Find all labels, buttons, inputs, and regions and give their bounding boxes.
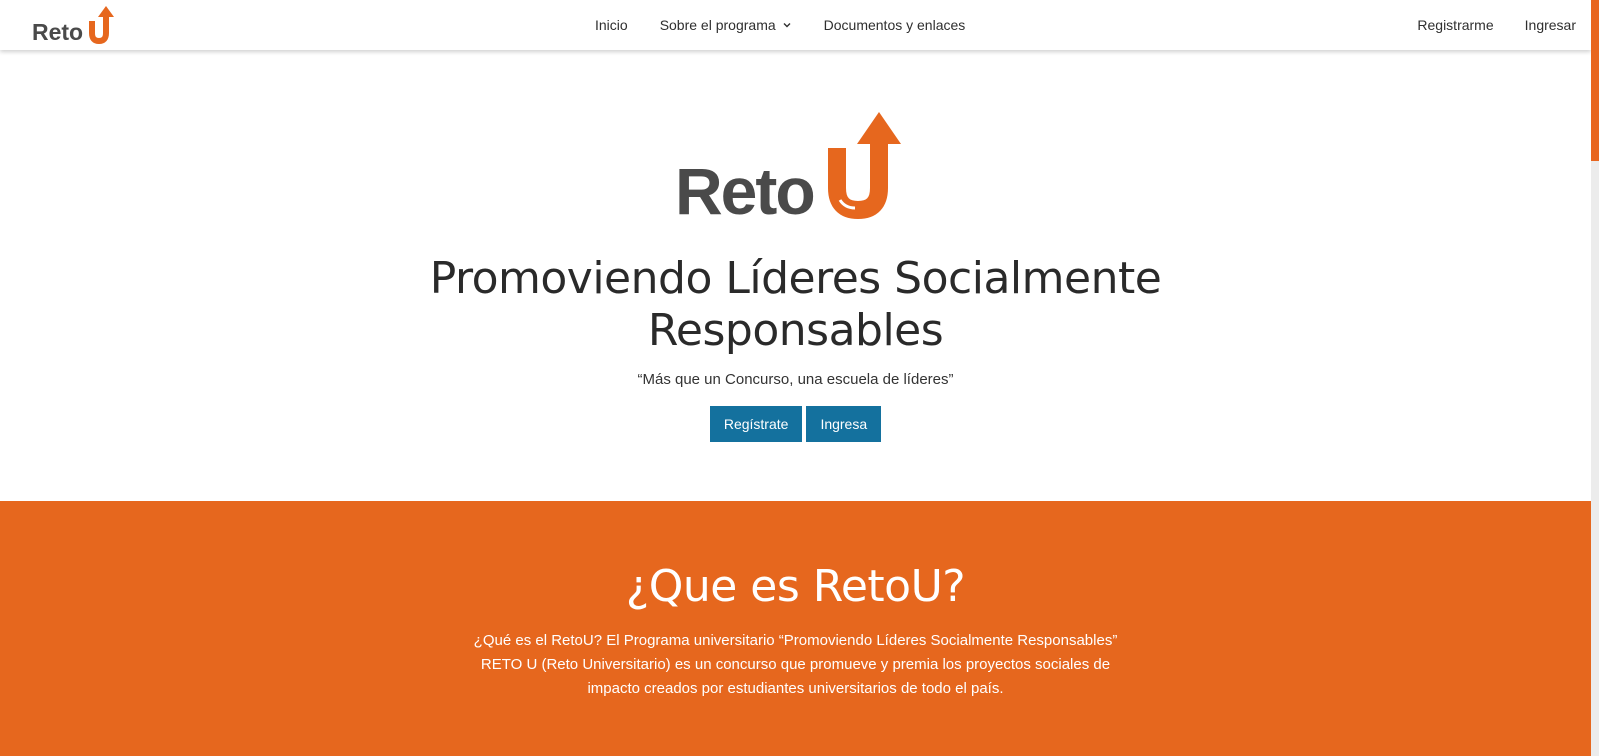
nav-ingresar-label: Ingresar	[1524, 17, 1576, 33]
nav-inicio[interactable]: Inicio	[595, 17, 628, 33]
main-nav: Inicio Sobre el programa Documentos y en…	[595, 0, 965, 50]
about-line-1: ¿Qué es el RetoU? El Programa universita…	[473, 632, 1118, 649]
account-nav: Registrarme Ingresar	[1417, 0, 1576, 50]
about-line-2: RETO U (Reto Universitario) es un concur…	[480, 656, 1111, 673]
svg-text:Reto: Reto	[675, 154, 814, 220]
nav-ingresar[interactable]: Ingresar	[1525, 17, 1576, 33]
retou-logo[interactable]: Reto	[32, 3, 124, 45]
svg-text:Reto: Reto	[32, 19, 83, 45]
nav-inicio-label: Inicio	[595, 17, 628, 33]
hero-section: Reto Promoviendo Líderes Socialmente Res…	[0, 50, 1591, 501]
scrollbar-thumb[interactable]	[1591, 0, 1599, 161]
hero-quote: “Más que un Concurso, una escuela de líd…	[637, 371, 954, 388]
register-button[interactable]: Regístrate	[709, 406, 803, 442]
nav-registrarme[interactable]: Registrarme	[1417, 17, 1493, 33]
retou-hero-logo: Reto	[675, 112, 901, 220]
hero-title-line-1: Promoviendo Líderes Socialmente	[429, 253, 1162, 304]
about-line-3: impacto creados por estudiantes universi…	[587, 680, 1004, 697]
hero-actions: Regístrate Ingresa	[0, 406, 1591, 442]
about-description: ¿Qué es el RetoU? El Programa universita…	[0, 629, 1591, 701]
nav-registrarme-label: Registrarme	[1417, 17, 1494, 33]
about-title: ¿Que es RetoU?	[625, 561, 966, 612]
hero-title-line-2: Responsables	[647, 305, 944, 356]
top-navbar: Reto Inicio Sobre el programa Documentos…	[0, 0, 1591, 50]
nav-sobre-el-programa[interactable]: Sobre el programa	[660, 17, 792, 33]
chevron-down-icon	[783, 23, 791, 28]
nav-documentos[interactable]: Documentos y enlaces	[824, 17, 966, 33]
login-button[interactable]: Ingresa	[806, 406, 882, 442]
page-scrollbar[interactable]	[1591, 0, 1599, 756]
about-section: ¿Que es RetoU? ¿Qué es el RetoU? El Prog…	[0, 501, 1591, 756]
nav-sobre-label: Sobre el programa	[659, 17, 776, 33]
hero-title: Promoviendo Líderes Socialmente Responsa…	[0, 253, 1591, 357]
nav-documentos-label: Documentos y enlaces	[823, 17, 966, 33]
